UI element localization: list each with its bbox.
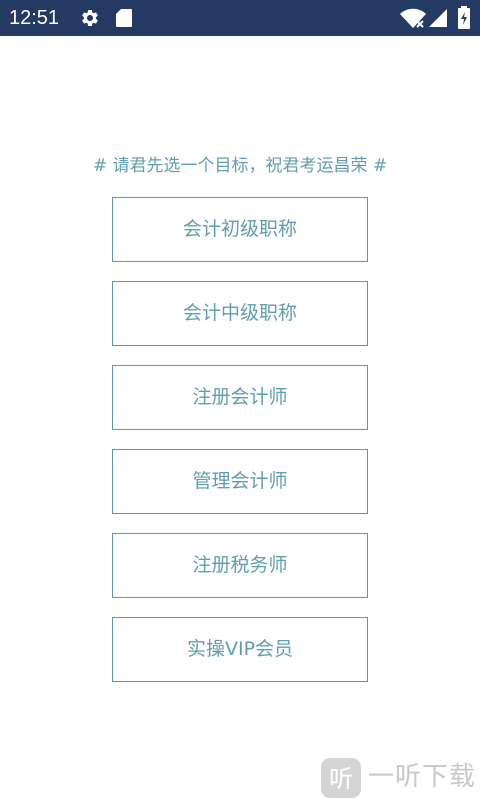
watermark-logo-icon: 听 <box>321 758 361 798</box>
sd-card-icon <box>116 9 132 27</box>
watermark-logo-glyph: 听 <box>329 765 353 793</box>
cellular-signal-icon <box>429 9 447 27</box>
option-cpa-button[interactable]: 注册会计师 <box>112 365 368 430</box>
status-time: 12:51 <box>9 7 60 29</box>
status-bar: 12:51 <box>0 0 480 36</box>
wifi-icon <box>400 8 426 28</box>
option-tax-agent-button[interactable]: 注册税务师 <box>112 533 368 598</box>
exam-options-list: 会计初级职称 会计中级职称 注册会计师 管理会计师 注册税务师 实操VIP会员 <box>112 197 368 701</box>
watermark: 听 一听下载 <box>320 757 480 800</box>
watermark-text: 一听下载 <box>368 762 477 792</box>
option-vip-practice-button[interactable]: 实操VIP会员 <box>112 617 368 682</box>
gear-icon <box>82 9 98 26</box>
option-accounting-junior-button[interactable]: 会计初级职称 <box>112 197 368 262</box>
battery-icon <box>458 6 470 29</box>
goal-prompt-text: # 请君先选一个目标，祝君考运昌荣 # <box>92 156 388 176</box>
option-management-accountant-button[interactable]: 管理会计师 <box>112 449 368 514</box>
option-accounting-intermediate-button[interactable]: 会计中级职称 <box>112 281 368 346</box>
